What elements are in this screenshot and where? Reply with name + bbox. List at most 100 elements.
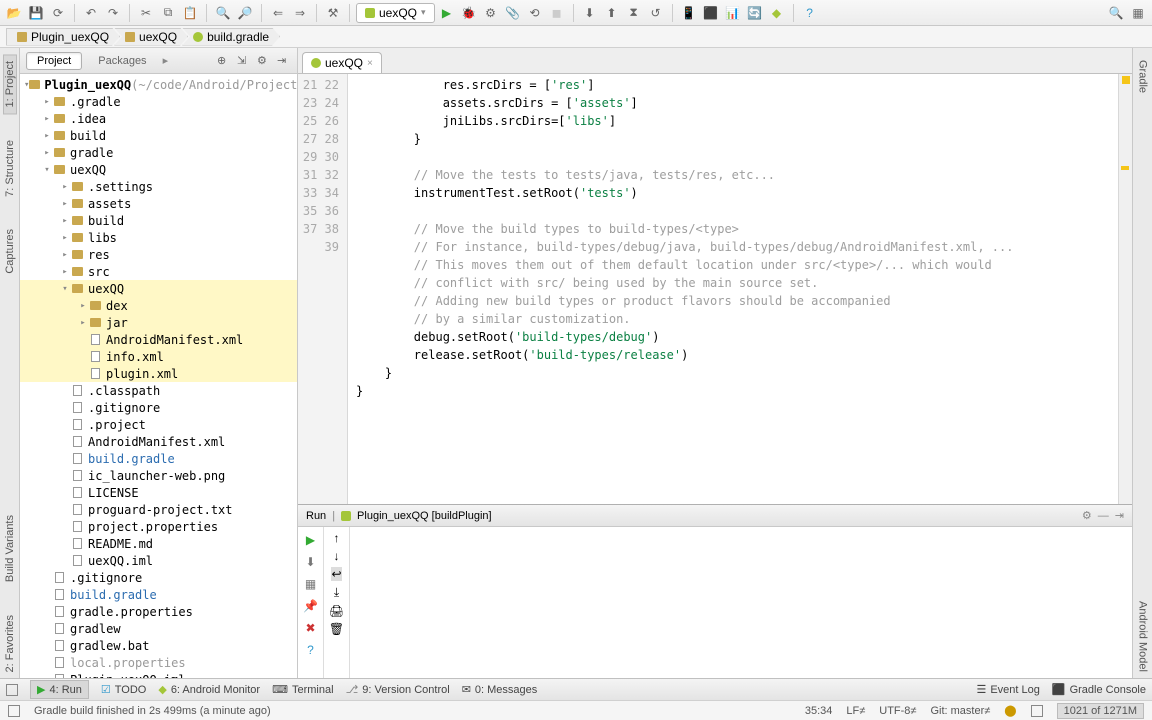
- run-down-icon[interactable]: ⬇: [302, 553, 320, 571]
- pp-collapse-icon[interactable]: ⇲: [237, 54, 251, 68]
- pp-gear-icon[interactable]: ⚙: [257, 54, 271, 68]
- cut-icon[interactable]: ✂: [136, 3, 156, 23]
- tree-item[interactable]: ▸build: [20, 127, 297, 144]
- run-output[interactable]: [350, 527, 1132, 678]
- tree-item[interactable]: ▸assets: [20, 195, 297, 212]
- tree-item[interactable]: ▾uexQQ: [20, 161, 297, 178]
- rerun-icon[interactable]: ▶: [302, 531, 320, 549]
- tree-item[interactable]: .gitignore: [20, 569, 297, 586]
- status-line-sep[interactable]: LF≠: [846, 705, 865, 717]
- back-icon[interactable]: ⇐: [268, 3, 288, 23]
- debug-icon[interactable]: 🐞: [459, 3, 479, 23]
- tree-item[interactable]: gradlew.bat: [20, 637, 297, 654]
- bb-gradle-console[interactable]: ⬛Gradle Console: [1052, 683, 1146, 696]
- make-icon[interactable]: ⚒: [323, 3, 343, 23]
- avd-icon[interactable]: 📱: [679, 3, 699, 23]
- tree-item[interactable]: gradlew: [20, 620, 297, 637]
- bb-run[interactable]: ▶4: Run: [30, 680, 89, 699]
- tree-item[interactable]: ▸.gradle: [20, 93, 297, 110]
- status-position[interactable]: 35:34: [805, 705, 833, 717]
- stop-icon[interactable]: ◼: [547, 3, 567, 23]
- open-file-icon[interactable]: 📂: [4, 3, 24, 23]
- status-lock-icon[interactable]: [1031, 705, 1043, 717]
- pp-hide-icon[interactable]: ⇥: [277, 54, 291, 68]
- pp-target-icon[interactable]: ⊕: [217, 54, 231, 68]
- toggle-tool-icon[interactable]: [6, 684, 18, 696]
- marker-strip[interactable]: [1118, 74, 1132, 504]
- tree-item[interactable]: ▸libs: [20, 229, 297, 246]
- run-help-icon[interactable]: ?: [302, 641, 320, 659]
- toggle-panels-icon[interactable]: ▦: [1128, 3, 1148, 23]
- tree-item[interactable]: README.md: [20, 535, 297, 552]
- tree-item[interactable]: .classpath: [20, 382, 297, 399]
- save-icon[interactable]: 💾: [26, 3, 46, 23]
- tree-item[interactable]: ▸jar: [20, 314, 297, 331]
- forward-icon[interactable]: ⇒: [290, 3, 310, 23]
- redo-icon[interactable]: ↷: [103, 3, 123, 23]
- tree-item[interactable]: ▸dex: [20, 297, 297, 314]
- help-icon[interactable]: ?: [800, 3, 820, 23]
- tree-item[interactable]: ic_launcher-web.png: [20, 467, 297, 484]
- replace-icon[interactable]: 🔎: [235, 3, 255, 23]
- run-pin-icon[interactable]: 📌: [302, 597, 320, 615]
- tree-item[interactable]: build.gradle: [20, 586, 297, 603]
- run-icon[interactable]: ▶: [437, 3, 457, 23]
- run-layout-icon[interactable]: ▦: [302, 575, 320, 593]
- tree-item[interactable]: ▸.idea: [20, 110, 297, 127]
- tree-item[interactable]: .gitignore: [20, 399, 297, 416]
- tree-item[interactable]: ▸res: [20, 246, 297, 263]
- find-icon[interactable]: 🔍: [213, 3, 233, 23]
- run-hide-icon[interactable]: ⇥: [1115, 509, 1124, 522]
- tree-item[interactable]: plugin.xml: [20, 365, 297, 382]
- sync-icon[interactable]: ⟳: [48, 3, 68, 23]
- project-tree[interactable]: ▾Plugin_uexQQ (~/code/Android/Projects/▸…: [20, 74, 297, 678]
- sidebar-tab-gradle[interactable]: Gradle: [1137, 54, 1149, 99]
- android-icon[interactable]: ◆: [767, 3, 787, 23]
- tree-item[interactable]: .project: [20, 416, 297, 433]
- bb-terminal[interactable]: ⌨Terminal: [272, 683, 333, 696]
- tree-item[interactable]: ▸build: [20, 212, 297, 229]
- bb-vcs[interactable]: ⎇9: Version Control: [346, 683, 450, 696]
- bb-eventlog[interactable]: ☰Event Log: [976, 683, 1039, 696]
- run-down2-icon[interactable]: ↓: [334, 549, 340, 563]
- bb-messages[interactable]: ✉0: Messages: [462, 683, 538, 696]
- bb-todo[interactable]: ☑TODO: [101, 683, 146, 696]
- vcs-update-icon[interactable]: ⬇: [580, 3, 600, 23]
- status-warn-icon[interactable]: ⬤: [1004, 704, 1016, 717]
- status-encoding[interactable]: UTF-8≠: [879, 705, 916, 717]
- sidebar-tab-build-variants[interactable]: Build Variants: [4, 509, 16, 588]
- tree-item[interactable]: info.xml: [20, 348, 297, 365]
- tree-item[interactable]: AndroidManifest.xml: [20, 433, 297, 450]
- run-gear-icon[interactable]: ⚙: [1082, 509, 1092, 522]
- close-tab-icon[interactable]: ×: [367, 58, 373, 69]
- vcs-history-icon[interactable]: ⧗: [624, 3, 644, 23]
- run-print-icon[interactable]: 🖨: [329, 604, 344, 618]
- editor-tab[interactable]: uexQQ ×: [302, 52, 382, 73]
- sidebar-tab-favorites[interactable]: 2: Favorites: [4, 609, 16, 678]
- tree-root[interactable]: ▾Plugin_uexQQ (~/code/Android/Projects/: [20, 76, 297, 93]
- breadcrumb-item[interactable]: Plugin_uexQQ: [6, 28, 120, 46]
- run-minimize-icon[interactable]: —: [1098, 510, 1109, 522]
- run-config-combo[interactable]: uexQQ ▾: [356, 3, 435, 23]
- tree-item[interactable]: ▸gradle: [20, 144, 297, 161]
- vcs-commit-icon[interactable]: ⬆: [602, 3, 622, 23]
- tree-item[interactable]: LICENSE: [20, 484, 297, 501]
- attach-icon[interactable]: 📎: [503, 3, 523, 23]
- tree-item[interactable]: project.properties: [20, 518, 297, 535]
- undo-icon[interactable]: ↶: [81, 3, 101, 23]
- tree-item[interactable]: AndroidManifest.xml: [20, 331, 297, 348]
- reload-icon[interactable]: ⟲: [525, 3, 545, 23]
- tree-item[interactable]: local.properties: [20, 654, 297, 671]
- run-scroll-icon[interactable]: ⤓: [334, 585, 339, 600]
- run-up-icon[interactable]: ↑: [334, 531, 340, 545]
- tree-item[interactable]: uexQQ.iml: [20, 552, 297, 569]
- run-wrap-icon[interactable]: ↩: [331, 567, 341, 581]
- sync-gradle-icon[interactable]: 🔄: [745, 3, 765, 23]
- sidebar-tab-android-model[interactable]: Android Model: [1137, 595, 1149, 678]
- pp-view-packages[interactable]: Packages: [88, 53, 156, 69]
- sidebar-tab-project[interactable]: 1: Project: [3, 54, 17, 114]
- run-trash-icon[interactable]: 🗑: [329, 622, 344, 636]
- profile-icon[interactable]: ⚙: [481, 3, 501, 23]
- tree-item[interactable]: Plugin_uexQQ.iml: [20, 671, 297, 678]
- tree-item[interactable]: ▾uexQQ: [20, 280, 297, 297]
